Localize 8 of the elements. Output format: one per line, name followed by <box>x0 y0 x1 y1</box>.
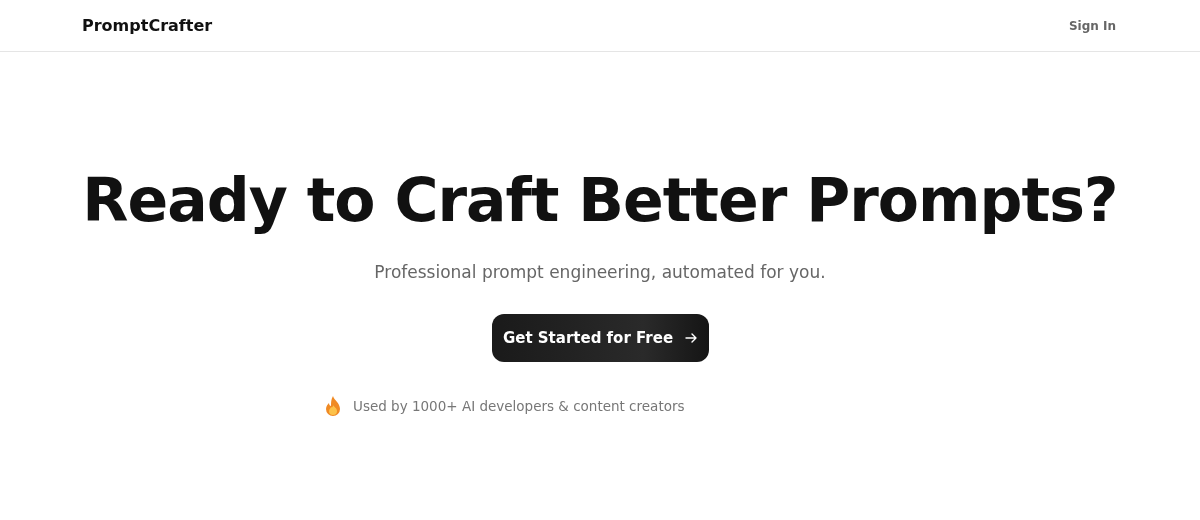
brand-logo[interactable]: PromptCrafter <box>82 16 213 35</box>
hero-subtitle: Professional prompt engineering, automated for you. <box>374 262 826 282</box>
social-proof-text: Used by 1000+ AI developers & content creators <box>353 398 685 414</box>
sign-in-link[interactable]: Sign In <box>1068 18 1116 33</box>
get-started-button[interactable]: Get Started for Free <box>491 314 709 362</box>
flame-icon <box>325 396 341 416</box>
arrow-icon <box>685 333 698 343</box>
hero-title: Ready to Craft Better Prompts? <box>82 164 1118 236</box>
